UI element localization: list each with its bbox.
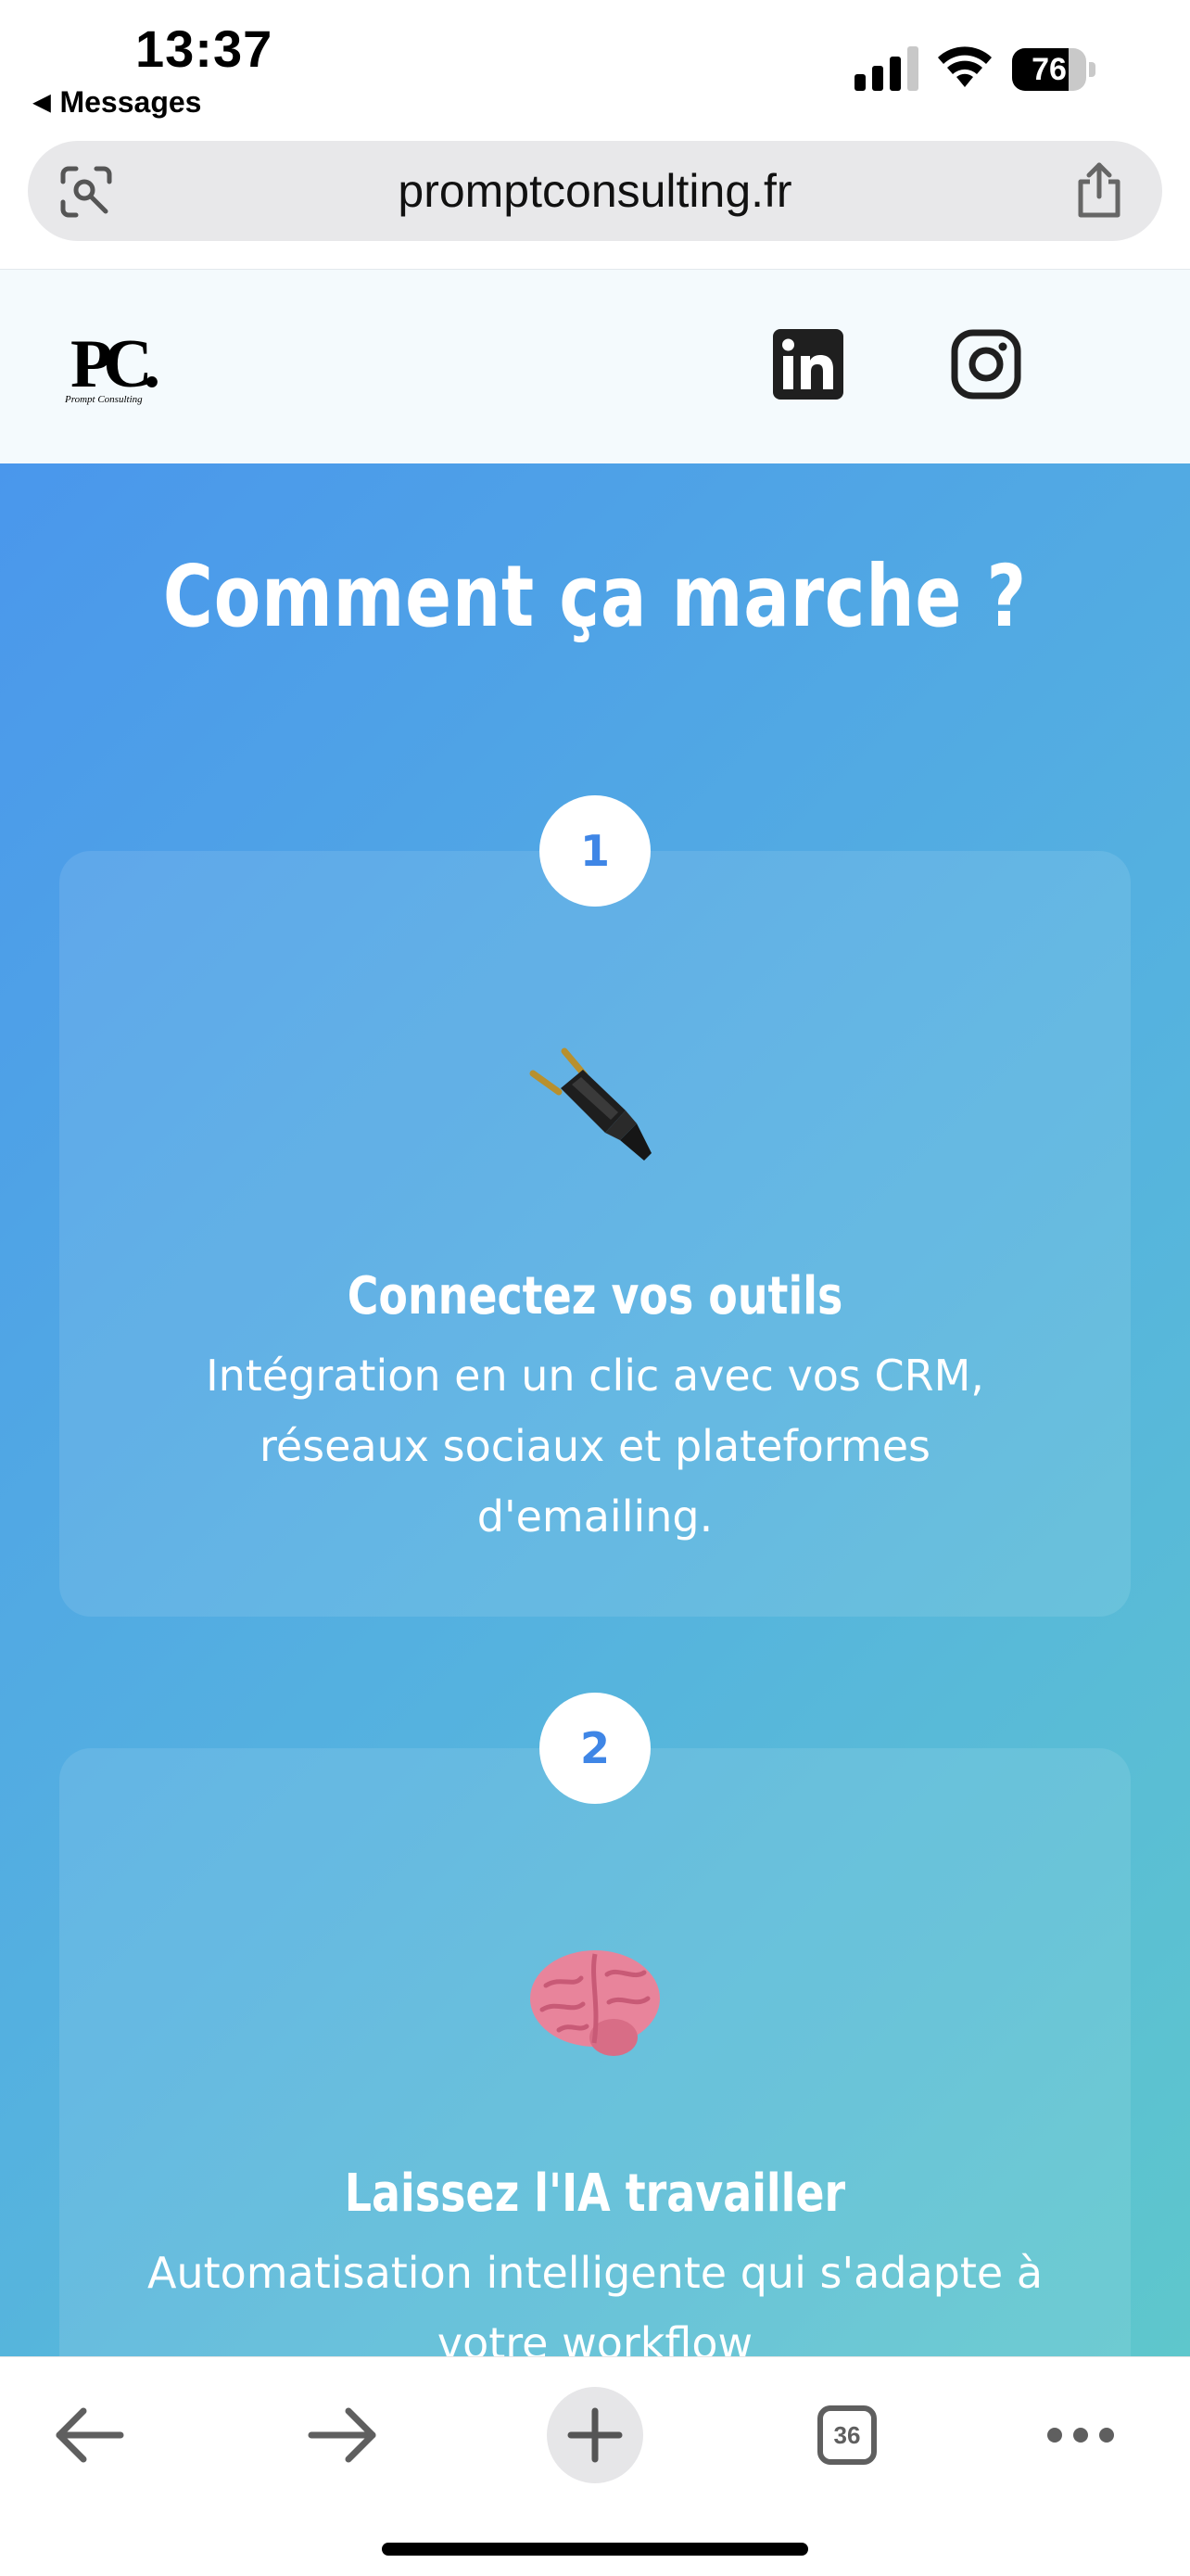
address-bar[interactable]: promptconsulting.fr xyxy=(28,141,1162,241)
step-card: Connectez vos outils Intégration en un c… xyxy=(59,851,1131,1617)
cellular-signal-icon xyxy=(855,46,918,91)
browser-toolbar: 36 xyxy=(0,2356,1190,2576)
instagram-icon[interactable] xyxy=(951,329,1021,400)
more-button[interactable] xyxy=(1032,2387,1129,2483)
new-tab-button[interactable] xyxy=(547,2387,643,2483)
battery-indicator: 76 xyxy=(1012,48,1097,91)
battery-body: 76 xyxy=(1012,48,1086,91)
step-description: Intégration en un clic avec vos CRM, rés… xyxy=(143,1340,1047,1552)
plus-icon xyxy=(567,2407,623,2463)
site-logo[interactable]: PC. Prompt Consulting xyxy=(61,325,163,418)
forward-arrow-icon xyxy=(308,2407,376,2463)
back-arrow-icon xyxy=(56,2407,124,2463)
battery-level: 76 xyxy=(1032,52,1067,87)
wifi-icon xyxy=(938,46,992,87)
section-title: Comment ça marche ? xyxy=(162,547,1028,646)
electric-plug-icon xyxy=(59,1034,1131,1178)
forward-button[interactable] xyxy=(295,2387,391,2483)
url-text[interactable]: promptconsulting.fr xyxy=(28,141,1162,241)
step-description: Automatisation intelligente qui s'adapte… xyxy=(143,2238,1047,2356)
logo-tagline: Prompt Consulting xyxy=(65,394,143,405)
site-header: PC. Prompt Consulting xyxy=(0,269,1190,464)
battery-nub xyxy=(1089,62,1095,77)
back-button[interactable] xyxy=(41,2387,137,2483)
tabs-button[interactable]: 36 xyxy=(799,2387,895,2483)
logo-monogram: PC. xyxy=(70,326,160,402)
back-app-label: Messages xyxy=(59,85,202,119)
tabs-icon: 36 xyxy=(817,2405,877,2465)
step-card: Laissez l'IA travailler Automatisation i… xyxy=(59,1748,1131,2356)
home-indicator xyxy=(382,2543,808,2556)
brain-icon xyxy=(59,1941,1131,2066)
step-description-text: Automatisation intelligente qui s'adapte… xyxy=(146,2248,1044,2356)
back-to-app-link[interactable]: ◀ Messages xyxy=(33,85,201,120)
share-icon[interactable] xyxy=(1071,161,1127,221)
status-bar: 13:37 ◀ Messages 76 xyxy=(0,0,1190,139)
step-number-badge: 2 xyxy=(539,1693,651,1804)
status-time: 13:37 xyxy=(135,19,273,78)
back-triangle-icon: ◀ xyxy=(33,90,51,115)
linkedin-icon[interactable] xyxy=(773,329,843,400)
step-number-badge: 1 xyxy=(539,795,651,907)
how-it-works-section: Comment ça marche ? Connectez vos outils… xyxy=(0,463,1190,2356)
step-title: Connectez vos outils xyxy=(347,1266,843,1326)
step-description-text: Intégration en un clic avec vos CRM, rés… xyxy=(206,1351,984,1542)
step-title: Laissez l'IA travailler xyxy=(344,2164,846,2224)
more-icon xyxy=(1047,2428,1114,2443)
tab-count: 36 xyxy=(833,2420,861,2449)
